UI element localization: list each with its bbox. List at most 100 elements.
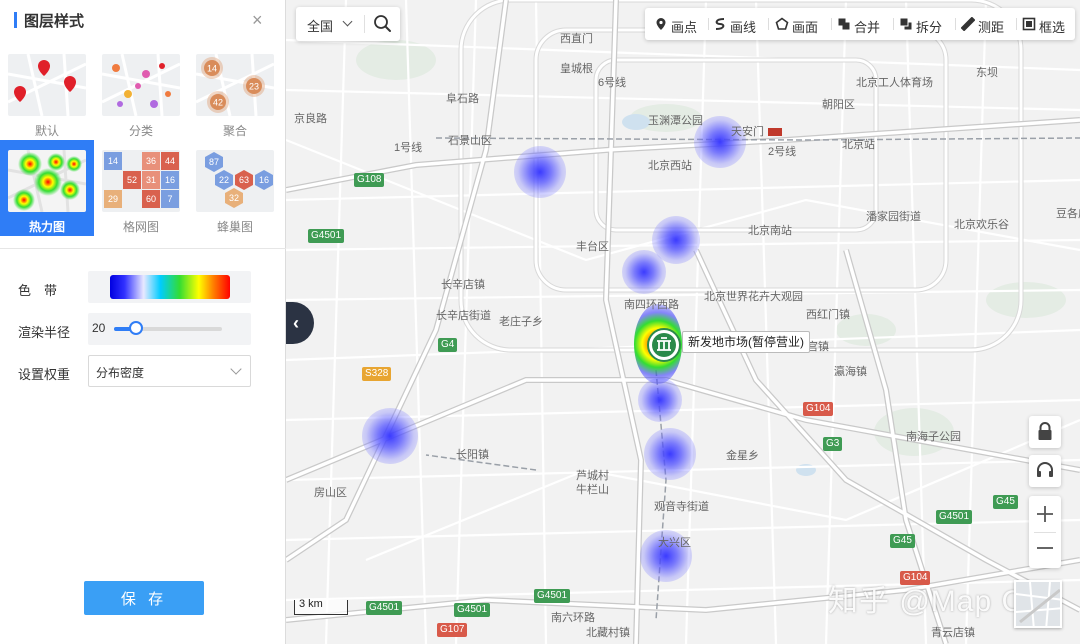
- map-place-label: 南六环路: [551, 612, 595, 624]
- road-shield: G4: [438, 338, 458, 352]
- tool-measure[interactable]: 测距: [961, 8, 1013, 40]
- map-place-label: 西直门: [560, 33, 593, 45]
- map-place-label: 南海子公园: [906, 431, 961, 443]
- hexbin-thumbnail: 87 22 63 16 32: [196, 150, 274, 212]
- category-thumbnail: [102, 54, 180, 116]
- market-poi-marker[interactable]: [646, 327, 682, 363]
- map-place-label: 房山区: [314, 487, 347, 499]
- support-button[interactable]: [1029, 455, 1061, 487]
- style-label-default: 默认: [34, 124, 59, 138]
- tool-divider: [955, 18, 956, 30]
- style-option-heatmap[interactable]: 热力图: [0, 140, 94, 236]
- cluster-count-0: 14: [207, 64, 217, 74]
- heatmap-settings: 色 带 渲染半径 20 设置权重 分布密度: [0, 248, 286, 387]
- map-place-label: 2号线: [768, 146, 797, 158]
- draw-toolbar: 画点 画线 画面 合并 拆分 测距 框选: [645, 8, 1075, 40]
- road-shield: G4501: [936, 510, 973, 524]
- style-option-category[interactable]: 分类: [94, 44, 188, 140]
- tool-merge[interactable]: 合并: [837, 8, 889, 40]
- default-thumbnail: [8, 54, 86, 116]
- color-band-picker[interactable]: [88, 271, 251, 303]
- lock-button[interactable]: [1029, 416, 1061, 448]
- region-select[interactable]: 全国: [296, 7, 364, 41]
- map-place-label: 北京站: [842, 139, 875, 151]
- map-place-label: 西红门镇: [806, 309, 850, 321]
- heatmap-thumbnail: [8, 150, 86, 212]
- map-place-label: 老庄子乡: [499, 316, 543, 328]
- map-place-label: 1号线: [394, 142, 423, 154]
- map-place-label: 北京南站: [748, 225, 792, 237]
- road-shield: G45: [890, 534, 915, 548]
- style-option-cluster[interactable]: 14 42 23 聚合: [188, 44, 282, 140]
- zoom-in-button[interactable]: [1029, 496, 1061, 532]
- tool-box-select[interactable]: 框选: [1022, 8, 1074, 40]
- tool-divider: [831, 18, 832, 30]
- layer-style-panel: 图层样式 × 默认 分类 14 42 23 聚合 热力图 14 36 44 52…: [0, 0, 286, 644]
- map-place-label: 京良路: [294, 113, 327, 125]
- chevron-down-icon: [342, 16, 353, 27]
- style-label-category: 分类: [128, 124, 153, 138]
- tool-draw-point[interactable]: 画点: [654, 8, 706, 40]
- radius-slider-handle[interactable]: [128, 321, 143, 335]
- hex-count-3: 16: [259, 175, 269, 185]
- tool-draw-polygon[interactable]: 画面: [775, 8, 827, 40]
- search-box: 全国: [296, 7, 400, 41]
- road-shield: G4501: [308, 229, 345, 243]
- map-canvas[interactable]: 西直门 皇城根 6号线 北京工人体育场 阜石路 玉渊潭公园 天安门 北京站 石景山区 北京西站 2号…: [286, 0, 1080, 644]
- radius-label: 渲染半径: [18, 325, 71, 340]
- map-place-label: 长阳镇: [456, 449, 489, 461]
- tool-label: 画点: [671, 20, 698, 35]
- split-icon: [900, 18, 912, 30]
- color-band-gradient[interactable]: [110, 275, 230, 299]
- map-place-label: 东坝: [976, 67, 998, 79]
- merge-icon: [838, 18, 850, 30]
- tool-label: 合并: [854, 20, 881, 35]
- grid-count-2: 44: [165, 156, 175, 166]
- grid-count-0: 14: [108, 156, 118, 166]
- tool-divider: [768, 18, 769, 30]
- grid-count-8: 7: [167, 194, 172, 204]
- market-icon: [647, 328, 681, 362]
- style-option-grid[interactable]: 14 36 44 52 31 16 29 60 7 格网图: [94, 140, 188, 236]
- save-button[interactable]: 保 存: [84, 581, 204, 615]
- weight-select[interactable]: 分布密度: [88, 355, 251, 387]
- map-place-label: 石景山区: [448, 135, 492, 147]
- cluster-count-2: 23: [249, 82, 259, 92]
- zoom-out-button[interactable]: [1029, 532, 1061, 568]
- map-place-label: 朝阳区: [822, 99, 855, 111]
- map-place-label: 瀛海镇: [834, 366, 867, 378]
- search-button[interactable]: [366, 7, 400, 41]
- panel-header: 图层样式 ×: [0, 0, 286, 42]
- plus-icon: [1037, 506, 1053, 522]
- map-place-label: 北京工人体育场: [856, 77, 933, 89]
- chevron-down-icon: [230, 363, 242, 375]
- tool-label: 框选: [1039, 20, 1066, 35]
- minimap-thumbnail: [1016, 582, 1060, 626]
- headset-icon: [1037, 462, 1053, 477]
- tool-divider: [708, 18, 709, 30]
- minimap-button[interactable]: [1014, 580, 1062, 628]
- radius-control: 20: [88, 313, 251, 345]
- style-option-default[interactable]: 默认: [0, 44, 94, 140]
- map-place-label: 阜石路: [446, 93, 479, 105]
- panel-accent-bar: [14, 12, 17, 28]
- map-place-label: 丰台区: [576, 241, 609, 253]
- tool-split[interactable]: 拆分: [899, 8, 951, 40]
- road-shield: G45: [993, 495, 1018, 509]
- polygon-icon: [775, 17, 789, 30]
- tool-draw-line[interactable]: 画线: [713, 8, 765, 40]
- color-band-label: 色 带: [18, 283, 58, 298]
- tool-label: 画面: [792, 20, 819, 35]
- road-shield: G3: [823, 437, 843, 451]
- map-place-label: 青云店镇: [931, 627, 975, 639]
- draw-line-icon: [715, 18, 725, 30]
- style-option-hexbin[interactable]: 87 22 63 16 32 蜂巢图: [188, 140, 282, 236]
- box-select-icon: [1022, 17, 1036, 31]
- map-place-label: 北京西站: [648, 160, 692, 172]
- style-label-heatmap: 热力图: [28, 220, 65, 234]
- close-icon[interactable]: ×: [252, 10, 263, 30]
- region-select-value: 全国: [307, 19, 334, 34]
- style-label-cluster: 聚合: [222, 124, 247, 138]
- road-shield: G4501: [454, 603, 491, 617]
- map-place-label: 北京世界花卉大观园: [704, 291, 803, 303]
